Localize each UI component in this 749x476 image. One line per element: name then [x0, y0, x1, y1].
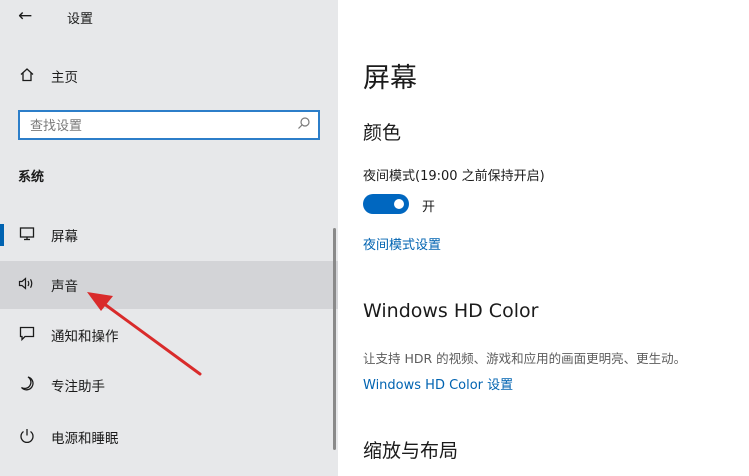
scale-layout-heading: 缩放与布局: [363, 440, 459, 462]
sidebar: ← 设置 主页 系统 屏幕 声音 通知和操作: [0, 0, 338, 476]
title-bar: ← 设置: [0, 0, 338, 34]
selection-indicator: [0, 224, 4, 246]
app-title: 设置: [67, 12, 94, 27]
hdr-heading: Windows HD Color: [363, 300, 539, 322]
night-light-settings-link[interactable]: 夜间模式设置: [363, 234, 441, 253]
toggle-knob: [394, 199, 404, 209]
sidebar-item-label: 专注助手: [51, 379, 105, 395]
sidebar-item-label: 声音: [51, 279, 78, 295]
sidebar-item-home[interactable]: 主页: [0, 52, 338, 100]
night-light-toggle[interactable]: [363, 194, 409, 214]
page-title: 屏幕: [363, 63, 417, 94]
sidebar-item-label: 通知和操作: [51, 329, 119, 345]
sidebar-item-display[interactable]: 屏幕: [0, 211, 338, 259]
sidebar-item-label: 电源和睡眠: [51, 431, 119, 447]
hdr-settings-link[interactable]: Windows HD Color 设置: [363, 374, 513, 393]
sidebar-item-label: 主页: [51, 70, 78, 86]
back-arrow-icon[interactable]: ←: [18, 6, 32, 26]
hdr-description: 让支持 HDR 的视频、游戏和应用的画面更明亮、更生动。: [363, 351, 687, 366]
home-icon: [17, 67, 37, 86]
section-label: 系统: [18, 170, 45, 185]
search-box[interactable]: [18, 110, 320, 140]
night-light-label: 夜间模式(19:00 之前保持开启): [363, 169, 545, 184]
main-content: 屏幕 颜色 夜间模式(19:00 之前保持开启) 开 夜间模式设置 Window…: [338, 0, 749, 476]
sidebar-item-notifications[interactable]: 通知和操作: [0, 311, 338, 359]
search-input[interactable]: [30, 116, 290, 136]
sidebar-item-focus-assist[interactable]: 专注助手: [0, 361, 338, 409]
sidebar-item-label: 屏幕: [51, 229, 78, 245]
toggle-state-label: 开: [422, 200, 436, 215]
sidebar-item-power-sleep[interactable]: 电源和睡眠: [0, 413, 338, 461]
sidebar-scrollbar[interactable]: [333, 228, 336, 450]
power-icon: [17, 428, 37, 447]
monitor-icon: [17, 226, 37, 245]
search-icon[interactable]: [297, 116, 311, 134]
sidebar-item-sound[interactable]: 声音: [0, 261, 338, 309]
speaker-icon: [17, 276, 37, 295]
color-heading: 颜色: [363, 122, 402, 144]
moon-icon: [17, 376, 37, 395]
notification-icon: [17, 326, 37, 345]
